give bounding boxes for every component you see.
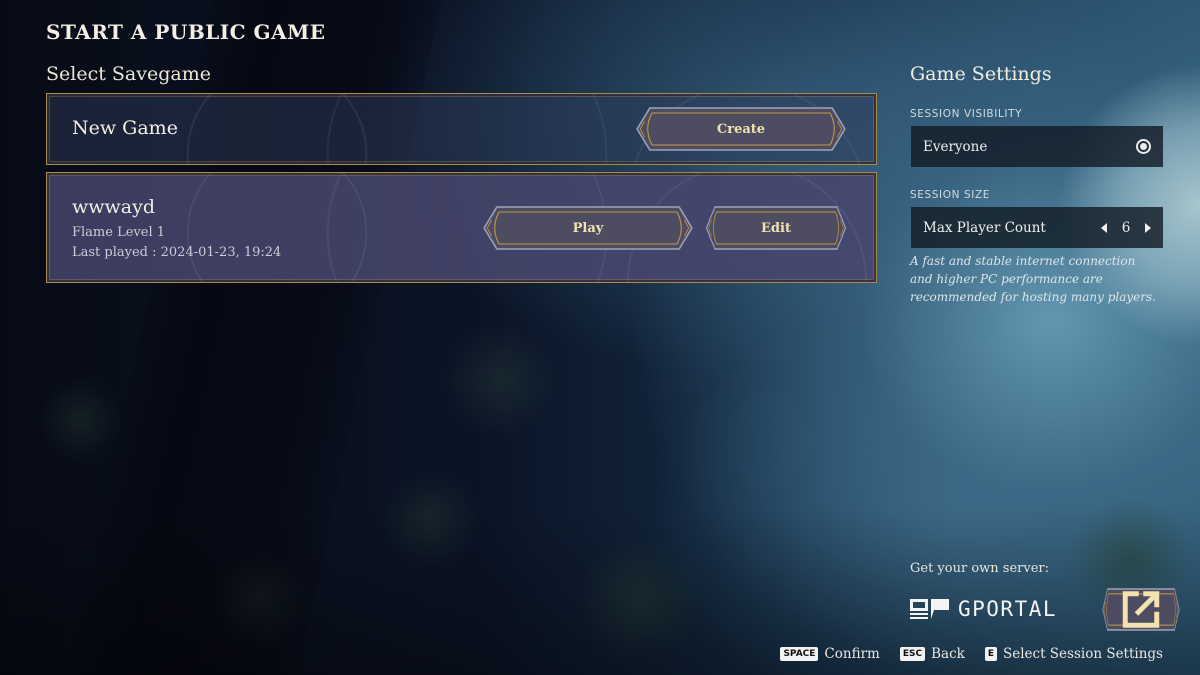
caret-right-icon[interactable]: [1145, 222, 1151, 233]
savegame-name: wwwayd: [72, 196, 156, 218]
new-game-card[interactable]: New Game Create: [46, 93, 877, 165]
hint-confirm-label: Confirm: [824, 646, 880, 662]
savegame-level: Flame Level 1: [72, 225, 166, 240]
esc-key-icon: ESC: [899, 647, 926, 661]
savegame-card[interactable]: wwwayd Flame Level 1 Last played : 2024-…: [46, 172, 877, 283]
hint-back-label: Back: [931, 646, 965, 662]
hint-back[interactable]: ESC Back: [899, 646, 965, 662]
max-player-count-label: Max Player Count: [923, 219, 1046, 236]
edit-button[interactable]: Edit: [705, 205, 847, 251]
game-settings-heading: Game Settings: [910, 63, 1052, 85]
max-player-count-stepper[interactable]: Max Player Count 6: [911, 207, 1163, 248]
session-size-note: A fast and stable internet connection an…: [910, 254, 1156, 304]
hint-confirm[interactable]: SPACE Confirm: [780, 646, 880, 662]
server-promo-label: Get your own server:: [910, 561, 1049, 576]
savegame-last-played: Last played : 2024-01-23, 19:24: [72, 245, 282, 260]
session-size-label: SESSION SIZE: [910, 189, 990, 201]
play-button-label: Play: [572, 220, 604, 236]
gportal-wordmark: GPORTAL: [958, 597, 1058, 621]
gportal-logo: GPORTAL: [910, 597, 1057, 621]
caret-left-icon[interactable]: [1101, 222, 1107, 233]
player-count-stepper[interactable]: 6: [1101, 220, 1151, 236]
session-visibility-label: SESSION VISIBILITY: [910, 108, 1023, 120]
hint-select-session-settings[interactable]: E Select Session Settings: [984, 646, 1163, 662]
select-savegame-heading: Select Savegame: [46, 63, 211, 85]
new-game-title: New Game: [72, 117, 178, 139]
external-link-icon: [1122, 591, 1160, 628]
hint-select-session-settings-label: Select Session Settings: [1002, 646, 1163, 662]
open-server-link-button[interactable]: [1102, 587, 1180, 632]
edit-button-label: Edit: [761, 220, 791, 236]
e-key-icon: E: [984, 647, 997, 661]
create-button-label: Create: [716, 121, 766, 137]
play-button[interactable]: Play: [482, 205, 694, 251]
radio-selected-icon[interactable]: [1136, 139, 1151, 154]
player-count-value: 6: [1121, 219, 1131, 236]
session-visibility-value: Everyone: [923, 138, 988, 155]
gportal-mark-icon: [910, 599, 949, 619]
page-title: START A PUBLIC GAME: [46, 20, 326, 44]
key-hints-bar: SPACE Confirm ESC Back E Select Session …: [780, 646, 1163, 662]
create-button[interactable]: Create: [635, 106, 847, 152]
space-key-icon: SPACE: [780, 647, 819, 661]
session-visibility-option[interactable]: Everyone: [911, 126, 1163, 167]
